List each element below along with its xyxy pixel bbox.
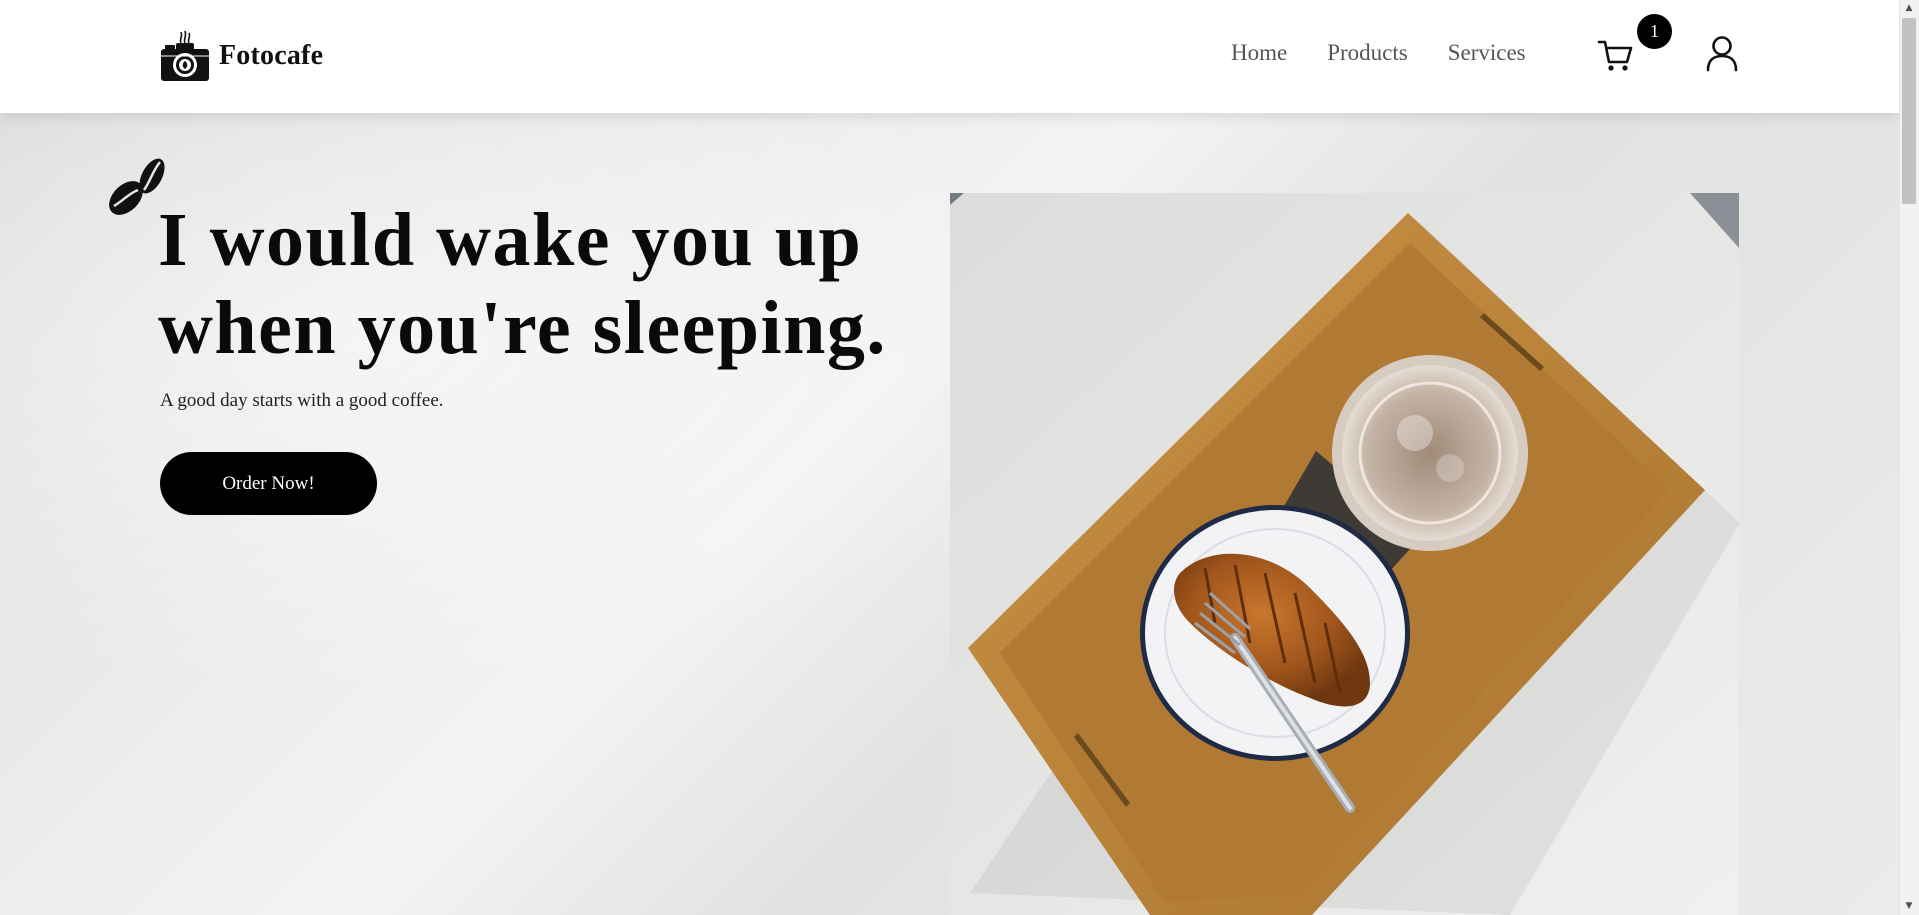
hero-title: I would wake you up when you're sleeping… (158, 196, 918, 372)
nav-link-services[interactable]: Services (1448, 40, 1526, 66)
cart-button[interactable] (1596, 36, 1634, 74)
cart-count-badge: 1 (1637, 14, 1672, 49)
camera-coffee-icon (161, 30, 209, 81)
scrollbar-thumb[interactable] (1902, 18, 1916, 204)
brand[interactable]: Fotocafe (159, 28, 323, 84)
hero-title-line2: when you're sleeping. (158, 286, 887, 370)
scroll-up-icon[interactable]: ▲ (1903, 2, 1915, 14)
order-now-button[interactable]: Order Now! (160, 452, 377, 515)
cart-icon (1597, 40, 1633, 71)
user-account-button[interactable] (1704, 34, 1740, 72)
nav-link-home[interactable]: Home (1231, 40, 1287, 66)
hero-title-line1: I would wake you up (158, 198, 863, 282)
page: Fotocafe Home Products Services 1 I woul… (0, 0, 1899, 915)
brand-name: Fotocafe (219, 40, 324, 71)
hero-image (950, 193, 1739, 915)
browser-viewport: Fotocafe Home Products Services 1 I woul… (0, 0, 1919, 915)
user-icon (1706, 36, 1738, 72)
nav-link-products[interactable]: Products (1327, 40, 1408, 66)
coffee-croissant-photo (950, 193, 1739, 915)
nav-links: Home Products Services (1231, 40, 1526, 66)
navbar: Fotocafe Home Products Services 1 (0, 0, 1899, 113)
hero-subtitle: A good day starts with a good coffee. (160, 390, 444, 411)
scroll-down-icon[interactable]: ▼ (1903, 900, 1915, 912)
